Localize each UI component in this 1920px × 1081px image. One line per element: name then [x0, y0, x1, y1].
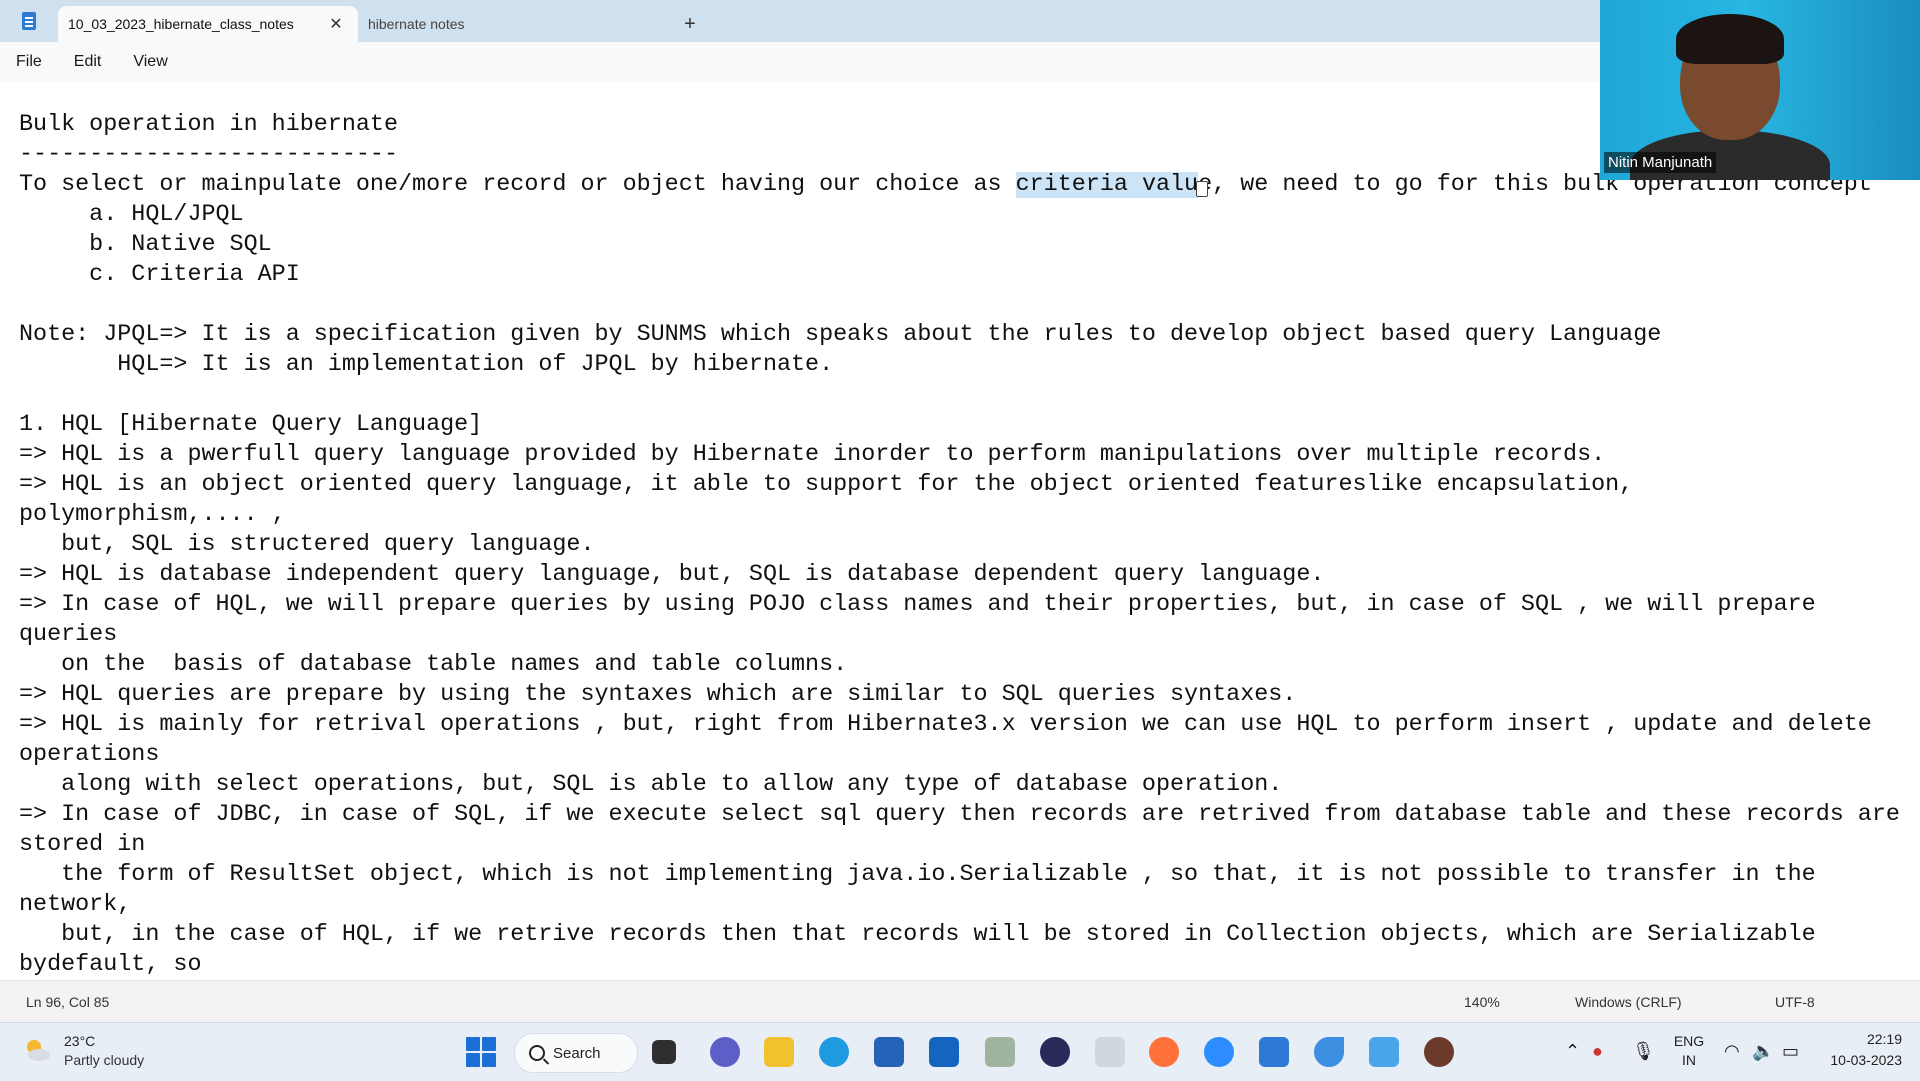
notepad-taskbar-icon[interactable] [1259, 1037, 1289, 1067]
zoom-icon[interactable] [1204, 1037, 1234, 1067]
wifi-icon[interactable]: ◠ [1724, 1041, 1740, 1062]
weather-description[interactable]: Partly cloudy [64, 1052, 144, 1068]
status-bar: Ln 96, Col 85 140% Windows (CRLF) UTF-8 [0, 980, 1920, 1023]
weather-temperature[interactable]: 23°C [64, 1033, 95, 1049]
selected-text: criteria valu [1015, 172, 1199, 198]
mouse-cursor-icon [1196, 181, 1208, 197]
menu-edit[interactable]: Edit [58, 42, 118, 82]
text-before-selection: Bulk operation in hibernate ------------… [19, 112, 1002, 198]
clock-time[interactable]: 22:19 [1822, 1031, 1902, 1047]
task-view-icon[interactable] [652, 1040, 676, 1064]
security-icon[interactable]: ● [1592, 1041, 1603, 1062]
volume-icon[interactable]: 🔈 [1752, 1041, 1774, 1062]
firefox-icon[interactable] [1149, 1037, 1179, 1067]
language-top[interactable]: ENG [1672, 1033, 1706, 1049]
notepad-icon [0, 0, 58, 42]
edge-browser-icon[interactable] [819, 1037, 849, 1067]
taskbar: 23°C Partly cloudy Search ⌃ ● 🎙 ENG IN ◠… [0, 1022, 1920, 1081]
tab-class-notes[interactable]: 10_03_2023_hibernate_class_notes ✕ [58, 6, 358, 42]
eclipse-icon[interactable] [1040, 1037, 1070, 1067]
search-icon [529, 1045, 545, 1061]
snipping-tool-icon[interactable] [1095, 1037, 1125, 1067]
participant-hair [1676, 14, 1784, 64]
chevron-up-icon[interactable]: ⌃ [1565, 1041, 1580, 1062]
windows-start-icon[interactable] [466, 1037, 496, 1067]
battery-icon[interactable]: ▭ [1782, 1041, 1799, 1062]
video-call-overlay[interactable]: Nitin Manjunath [1600, 0, 1920, 180]
zoom-level: 140% [1464, 994, 1500, 1010]
microsoft-store-icon[interactable] [874, 1037, 904, 1067]
line-ending: Windows (CRLF) [1575, 994, 1682, 1010]
app-icon-network[interactable] [1369, 1037, 1399, 1067]
text-editor[interactable]: Bulk operation in hibernate ------------… [0, 82, 1920, 980]
cursor-position: Ln 96, Col 85 [26, 994, 110, 1010]
document-text[interactable]: Bulk operation in hibernate ------------… [0, 82, 1920, 980]
teams-chat-icon[interactable] [710, 1037, 740, 1067]
taskbar-search[interactable]: Search [514, 1033, 638, 1073]
app-icon[interactable] [985, 1037, 1015, 1067]
encoding: UTF-8 [1775, 994, 1815, 1010]
menu-view[interactable]: View [117, 42, 183, 82]
tab-label: 10_03_2023_hibernate_class_notes [68, 16, 294, 32]
tab-hibernate-notes[interactable]: hibernate notes [358, 6, 670, 42]
close-icon[interactable]: ✕ [324, 14, 348, 34]
app-icon-brown[interactable] [1424, 1037, 1454, 1067]
add-tab-button[interactable]: + [670, 6, 710, 42]
search-label: Search [553, 1044, 601, 1062]
tab-label: hibernate notes [368, 16, 465, 32]
menu-file[interactable]: File [0, 42, 58, 82]
file-explorer-icon[interactable] [764, 1037, 794, 1067]
language-bottom[interactable]: IN [1672, 1052, 1706, 1068]
partly-cloudy-icon[interactable] [22, 1035, 52, 1065]
participant-name: Nitin Manjunath [1604, 152, 1717, 173]
app-icon-blue[interactable] [1314, 1037, 1344, 1067]
mail-icon[interactable] [929, 1037, 959, 1067]
text-after-selection: e, we need to go for this bulk operation… [19, 172, 1900, 978]
clock-date[interactable]: 10-03-2023 [1812, 1052, 1902, 1068]
microphone-icon[interactable]: 🎙 [1632, 1041, 1655, 1062]
